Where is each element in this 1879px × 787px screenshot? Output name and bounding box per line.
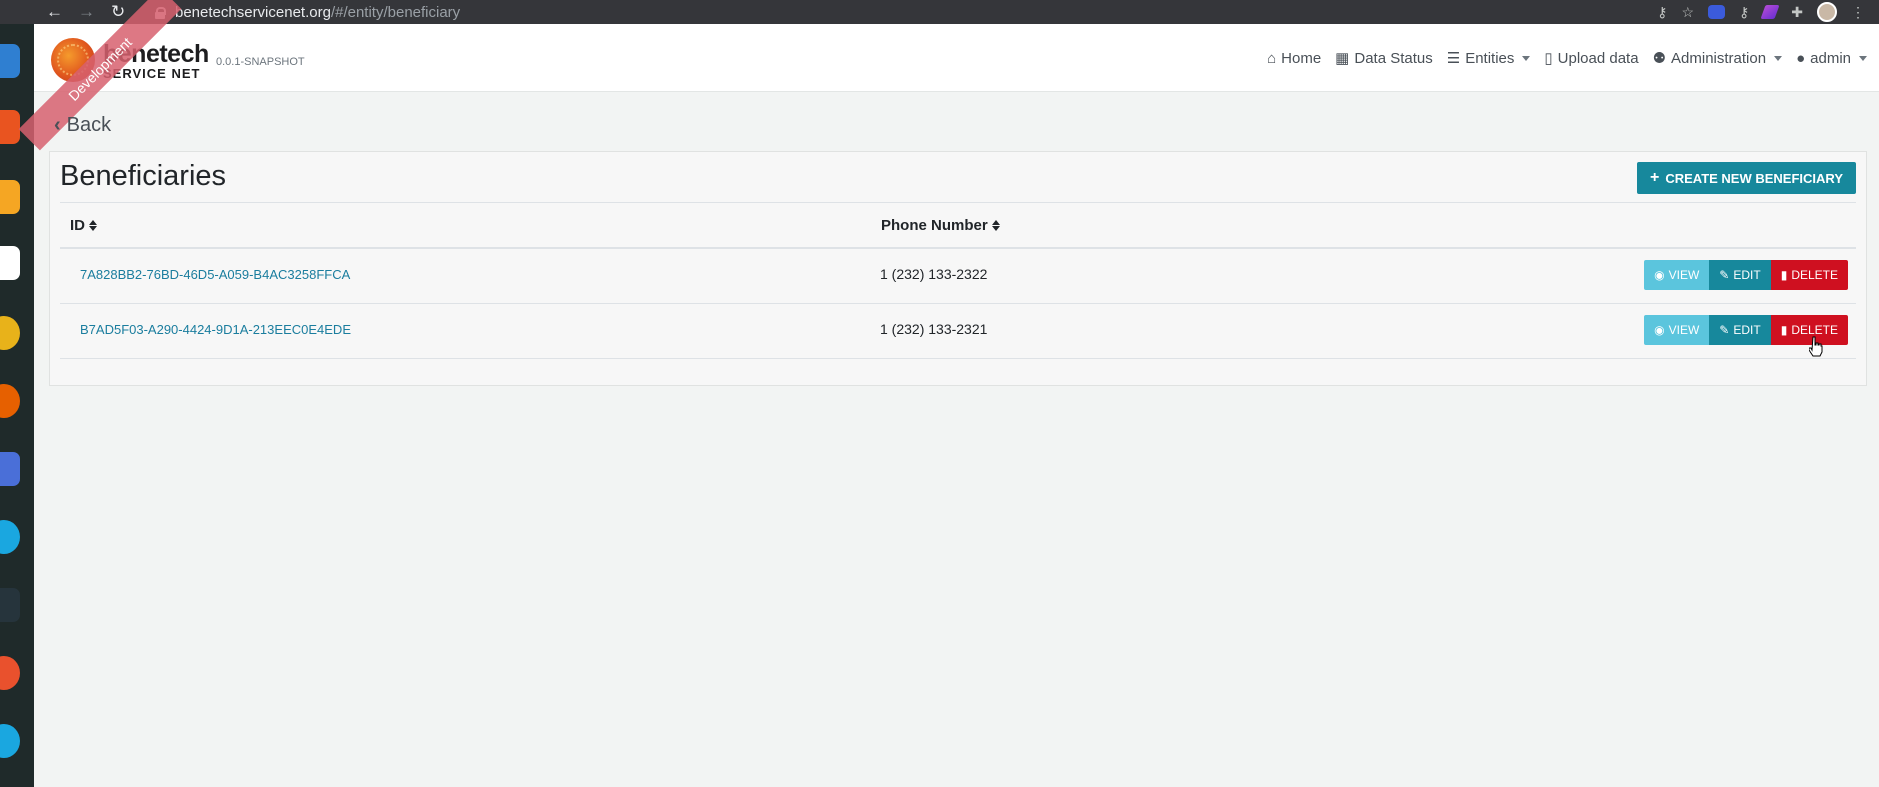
browser-forward-icon[interactable]: → (78, 0, 95, 24)
table-header: ID Phone Number (60, 202, 1856, 249)
chrome-app-icon[interactable] (0, 316, 20, 350)
edit-button[interactable]: ✎ EDIT (1709, 260, 1771, 290)
pen-extension-icon[interactable] (1760, 5, 1780, 19)
hand-cursor-icon (1809, 336, 1823, 357)
phone-number: 1 (232) 133-2322 (880, 266, 988, 282)
profile-avatar[interactable] (1817, 2, 1837, 22)
column-header-phone-label: Phone Number (881, 217, 988, 234)
terminal-app-icon[interactable] (0, 588, 20, 622)
nav-entities-label: Entities (1465, 49, 1515, 67)
browser-reload-icon[interactable]: ↻ (111, 0, 125, 24)
eye-icon: ◉ (1654, 323, 1665, 337)
home-icon: ⌂ (1267, 49, 1277, 67)
chevron-down-icon (1774, 55, 1783, 61)
browser-toolbar: ← → ↻ benetechservicenet.org/#/entity/be… (0, 0, 1879, 24)
beneficiary-id-link[interactable]: 7A828BB2-76BD-46D5-A059-B4AC3258FFCA (80, 267, 350, 282)
address-bar[interactable]: benetechservicenet.org/#/entity/benefici… (155, 0, 460, 24)
file-icon: ▯ (1544, 50, 1553, 67)
create-beneficiary-label: CREATE NEW BENEFICIARY (1665, 170, 1843, 186)
url-host: benetechservicenet.org (175, 3, 331, 21)
eye-icon: ◉ (1654, 268, 1665, 282)
view-label: VIEW (1668, 268, 1700, 282)
chevron-left-icon: ‹ (54, 114, 61, 136)
nav-upload-data[interactable]: ▯ Upload data (1544, 49, 1639, 68)
sort-icon (89, 220, 97, 231)
firefox-app-icon[interactable] (0, 384, 20, 418)
browser-menu-icon[interactable]: ⋮ (1851, 4, 1865, 21)
list-icon: ☰ (1446, 50, 1461, 67)
skype-app-icon[interactable] (0, 520, 20, 554)
back-link[interactable]: ‹ Back (54, 114, 111, 137)
nav-entities-dropdown[interactable]: ☰ Entities (1447, 49, 1531, 67)
plus-icon: + (1649, 169, 1660, 186)
app-version: 0.0.1-SNAPSHOT (216, 56, 305, 68)
table-icon: ▦ (1335, 50, 1350, 67)
nav-home-label: Home (1281, 49, 1322, 67)
beneficiaries-card: Beneficiaries + CREATE NEW BENEFICIARY I… (49, 151, 1867, 386)
puzzle-icon[interactable]: ✚ (1791, 4, 1803, 21)
nav-home[interactable]: ⌂ Home (1267, 50, 1321, 67)
user-icon: ● (1796, 49, 1806, 67)
trash-icon: ▮ (1780, 323, 1788, 337)
delete-label: DELETE (1791, 323, 1838, 337)
nav-data-status[interactable]: ▦ Data Status (1335, 49, 1433, 68)
software-app-icon[interactable] (0, 110, 20, 144)
sort-icon (991, 220, 1000, 231)
pencil-icon: ✎ (1719, 323, 1730, 337)
bookmark-star-icon[interactable]: ☆ (1681, 4, 1694, 21)
key-icon[interactable]: ⚷ (1657, 4, 1667, 21)
app-navbar: benetech SERVICE NET 0.0.1-SNAPSHOT Deve… (18, 0, 1879, 151)
row-actions: ◉ VIEW ✎ EDIT ▮ DELETE (1644, 260, 1848, 290)
chevron-down-icon (1522, 55, 1531, 61)
postman-app-icon[interactable] (0, 656, 20, 690)
browser-back-icon[interactable]: ← (46, 0, 63, 24)
table-row: B7AD5F03-A290-4424-9D1A-213EEC0E4EDE 1 (… (60, 304, 1856, 359)
view-label: VIEW (1668, 323, 1700, 337)
nav-account-label: admin (1810, 49, 1851, 67)
delete-button[interactable]: ▮ DELETE (1770, 260, 1848, 290)
main-menu: ⌂ Home ▦ Data Status ☰ Entities ▯ Upload… (1267, 24, 1867, 92)
nav-administration-label: Administration (1671, 49, 1767, 67)
extension-icon[interactable]: ⚷ (1739, 4, 1749, 21)
table-row: 7A828BB2-76BD-46D5-A059-B4AC3258FFCA 1 (… (60, 249, 1856, 304)
edit-button[interactable]: ✎ EDIT (1709, 315, 1771, 345)
page-title: Beneficiaries (60, 160, 227, 192)
edit-label: EDIT (1733, 323, 1761, 337)
beneficiary-id-link[interactable]: B7AD5F03-A290-4424-9D1A-213EEC0E4EDE (80, 322, 351, 337)
zoom-extension-icon[interactable] (1708, 5, 1725, 19)
edit-label: EDIT (1733, 268, 1761, 282)
back-label: Back (66, 114, 112, 136)
notes-app-icon[interactable] (0, 180, 20, 214)
nav-upload-label: Upload data (1557, 49, 1639, 67)
view-button[interactable]: ◉ VIEW (1644, 260, 1710, 290)
user-plus-icon: ⚉ (1652, 50, 1667, 67)
view-button[interactable]: ◉ VIEW (1644, 315, 1710, 345)
nav-account-dropdown[interactable]: ● admin (1796, 50, 1867, 67)
screenshot-app-icon[interactable] (0, 452, 20, 486)
column-header-id-label: ID (70, 217, 85, 234)
column-header-phone[interactable]: Phone Number (881, 217, 1000, 234)
browser-extensions: ⚷ ☆ ⚷ ✚ ⋮ (1657, 0, 1865, 24)
create-beneficiary-button[interactable]: + CREATE NEW BENEFICIARY (1636, 162, 1856, 194)
phone-number: 1 (232) 133-2321 (880, 321, 988, 337)
writer-app-icon[interactable] (0, 44, 20, 78)
nav-administration-dropdown[interactable]: ⚉ Administration (1653, 49, 1783, 67)
nav-data-status-label: Data Status (1354, 49, 1433, 67)
trash-icon: ▮ (1780, 268, 1788, 282)
column-header-id[interactable]: ID (70, 217, 97, 234)
skype-alt-app-icon[interactable] (0, 724, 20, 758)
url-path: /#/entity/beneficiary (330, 3, 461, 21)
chevron-down-icon (1859, 55, 1867, 61)
delete-label: DELETE (1791, 268, 1838, 282)
slack-app-icon[interactable] (0, 246, 20, 280)
pencil-icon: ✎ (1719, 268, 1730, 282)
